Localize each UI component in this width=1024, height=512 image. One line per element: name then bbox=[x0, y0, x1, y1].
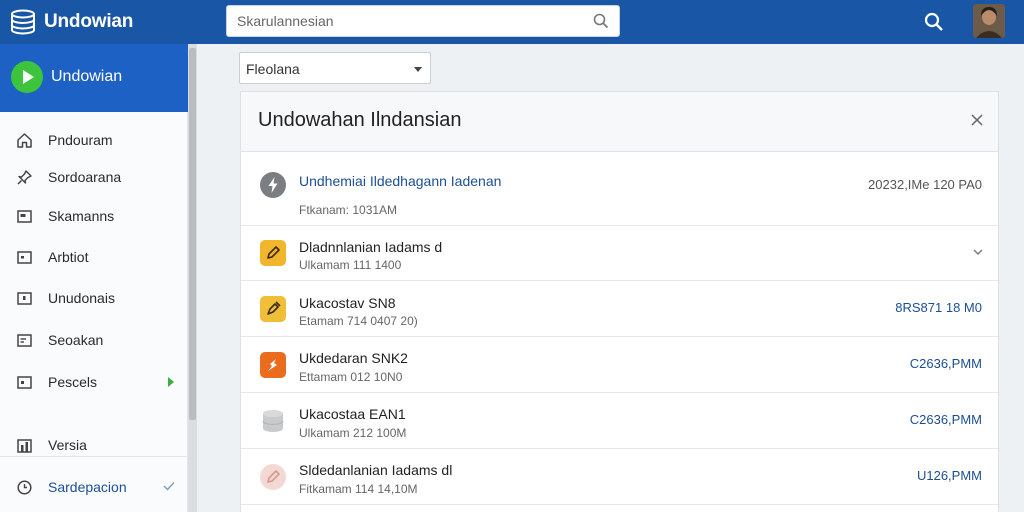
sidebar-item-inbox[interactable]: Skamanns bbox=[0, 199, 188, 233]
sidebar-item-note[interactable]: Seoakan bbox=[0, 323, 188, 357]
note-icon bbox=[17, 334, 32, 347]
sidebar-item-pin[interactable]: Sordoarana bbox=[0, 160, 188, 194]
search-box[interactable] bbox=[226, 5, 620, 37]
filter-selected-value: Fleolana bbox=[246, 61, 300, 77]
chevron-down-icon[interactable] bbox=[972, 246, 984, 258]
list-item[interactable]: Ukacostaa EAN1 Ulkamam 212 100M C2636,PM… bbox=[241, 393, 998, 449]
top-bar: Undowian bbox=[0, 0, 1024, 44]
list-item-title[interactable]: Ukacostav SN8 bbox=[299, 295, 395, 311]
database-icon bbox=[262, 410, 284, 432]
list-item[interactable]: Sldedanlanian Iadams dl Fitkamam 114 14,… bbox=[241, 449, 998, 505]
close-icon[interactable] bbox=[970, 113, 984, 127]
list-item[interactable]: Ukacostav SN8 Etamam 714 0407 20) 8RS871… bbox=[241, 281, 998, 337]
brand[interactable]: Undowian bbox=[10, 8, 133, 36]
pen-tool-icon bbox=[260, 296, 286, 322]
sidebar-item-label: Unudonais bbox=[48, 290, 115, 306]
list-item-subtitle: Fitkamam 114 14,10M bbox=[299, 482, 418, 496]
list-item-title[interactable]: Ukdedaran SNK2 bbox=[299, 350, 408, 366]
sidebar-header[interactable]: Undowian bbox=[0, 44, 188, 112]
filter-select[interactable]: Fleolana bbox=[239, 52, 431, 84]
app-name: Undowian bbox=[44, 11, 134, 32]
chevron-down-icon bbox=[414, 67, 422, 72]
bolt-icon bbox=[260, 352, 286, 378]
search-icon[interactable] bbox=[593, 13, 609, 29]
list-item-meta: U126,PMM bbox=[916, 468, 982, 483]
list-item-subtitle: Ulkamam 111 1400 bbox=[299, 258, 402, 272]
list-item-title[interactable]: Dladnnlanian Iadams d bbox=[299, 239, 442, 255]
sidebar-item-label: Versia bbox=[48, 437, 87, 453]
sidebar-scrollbar-thumb[interactable] bbox=[189, 48, 196, 420]
archive-icon bbox=[17, 292, 32, 305]
sidebar-item-version[interactable]: Versia bbox=[0, 428, 188, 462]
expand-arrow-icon[interactable] bbox=[168, 377, 174, 387]
sidebar: Undowian Pndouram Sordoarana Skamanns Ar… bbox=[0, 44, 188, 512]
check-icon bbox=[163, 481, 175, 491]
list-item-meta: 20232,IMe 120 PA0 bbox=[868, 177, 982, 192]
sidebar-item-label: Skamanns bbox=[48, 208, 115, 224]
list-item-title[interactable]: Ukacostaa EAN1 bbox=[299, 406, 406, 422]
sidebar-item-label: Pescels bbox=[48, 374, 98, 390]
sidebar-item-label: Seoakan bbox=[48, 332, 104, 348]
bolt-icon bbox=[260, 172, 286, 198]
calendar-icon bbox=[17, 376, 32, 389]
list-item[interactable]: Undhemiai Ildedhagann Iadenan Ftkanam: 1… bbox=[241, 153, 998, 226]
list-item-meta: 8RS871 18 M0 bbox=[895, 300, 982, 315]
pencil-icon bbox=[260, 464, 286, 490]
list-item-title[interactable]: Sldedanlanian Iadams dl bbox=[299, 462, 452, 478]
list-item[interactable]: Dladnnlanian Iadams d Ulkamam 111 1400 bbox=[241, 226, 998, 281]
search-input[interactable] bbox=[237, 6, 577, 36]
play-triangle bbox=[23, 70, 34, 84]
sidebar-item-home[interactable]: Pndouram bbox=[0, 123, 188, 157]
panel-title: Undowahan Ilndansian bbox=[258, 109, 462, 131]
user-avatar[interactable] bbox=[973, 4, 1005, 38]
sidebar-item-label: Sordoarana bbox=[48, 169, 122, 185]
list-item-subtitle: Etamam 714 0407 20) bbox=[299, 314, 418, 328]
inbox-icon bbox=[17, 210, 32, 223]
pencil-icon bbox=[260, 240, 286, 266]
sidebar-item-label: Arbtiot bbox=[48, 249, 89, 265]
list-item-title[interactable]: Undhemiai Ildedhagann Iadenan bbox=[299, 173, 501, 189]
content-panel: Undowahan Ilndansian Undhemiai Ildedhaga… bbox=[240, 91, 999, 512]
list-item-meta: C2636,PMM bbox=[909, 412, 982, 427]
sidebar-item-document[interactable]: Arbtiot bbox=[0, 240, 188, 274]
sidebar-item-schedule[interactable]: Sardepacion bbox=[0, 470, 188, 504]
search-icon[interactable] bbox=[924, 12, 944, 32]
panel-header: Undowahan Ilndansian bbox=[241, 92, 998, 152]
list-item-meta: C2636,PMM bbox=[909, 356, 982, 371]
sidebar-item-label: Sardepacion bbox=[48, 479, 127, 495]
list-item-subtitle: Ulkamam 212 100M bbox=[299, 426, 407, 440]
home-icon bbox=[17, 133, 32, 148]
clock-icon bbox=[17, 480, 32, 495]
sidebar-item-archive[interactable]: Unudonais bbox=[0, 281, 188, 315]
chart-icon bbox=[17, 439, 32, 453]
sidebar-header-label: Undowian bbox=[51, 68, 123, 85]
pin-icon bbox=[17, 170, 32, 185]
list-item[interactable]: Ukdedaran SNK2 Ettamam 012 10N0 C2636,PM… bbox=[241, 337, 998, 393]
list-item-subtitle: Ettamam 012 10N0 bbox=[299, 370, 403, 384]
document-icon bbox=[17, 251, 32, 264]
database-logo-icon bbox=[11, 9, 35, 35]
list-item-subtitle: Ftkanam: 1031AM bbox=[299, 203, 398, 217]
avatar-portrait-icon bbox=[973, 4, 1005, 38]
sidebar-item-calendar[interactable]: Pescels bbox=[0, 365, 188, 399]
sidebar-item-label: Pndouram bbox=[48, 132, 113, 148]
